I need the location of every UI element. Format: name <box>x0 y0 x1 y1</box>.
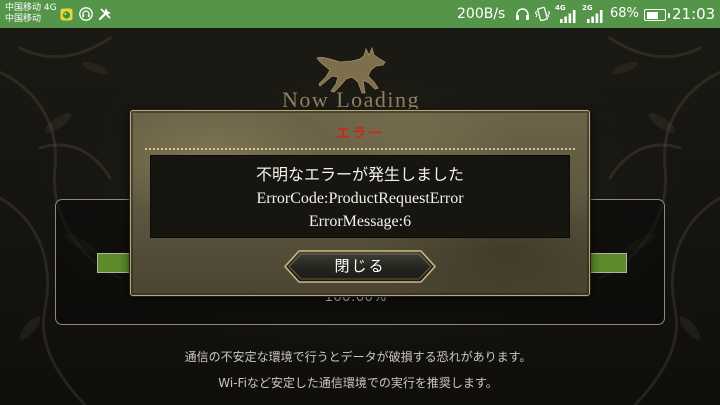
carrier-line-1: 中国移动 4G <box>5 3 57 13</box>
network-speed: 200B/s <box>457 6 506 22</box>
network-warning-line-2: Wi-Fiなど安定した通信環境での実行を推奨します。 <box>218 376 498 390</box>
signal-4g: 4G <box>555 5 577 23</box>
signal-icon <box>560 10 576 23</box>
tools-icon <box>98 8 111 21</box>
carrier-line-2: 中国移动 <box>5 14 42 24</box>
signal-icon <box>587 10 603 23</box>
clock: 21:03 <box>672 5 716 23</box>
battery-fill <box>646 11 659 19</box>
status-bar: 中国移动 4G 中国移动 200B/s 4G 2G 68% 21:03 <box>0 0 720 28</box>
battery-icon <box>644 9 670 21</box>
signal-2g: 2G <box>582 5 604 23</box>
dialog-divider <box>145 148 575 150</box>
close-button-label: 閉じる <box>334 257 386 275</box>
close-button[interactable]: 閉じる <box>284 250 436 283</box>
vibrate-icon <box>535 6 550 22</box>
error-detail-line: ErrorMessage:6 <box>308 213 412 230</box>
error-message-box: 不明なエラーが発生しました ErrorCode:ProductRequestEr… <box>150 155 570 238</box>
headphones-icon <box>516 8 529 20</box>
battery-percent: 68% <box>610 6 639 21</box>
network-warning-line-1: 通信の不安定な環境で行うとデータが破損する恐れがあります。 <box>184 350 532 364</box>
dialog-title: エラー <box>336 126 384 142</box>
error-dialog: エラー 不明なエラーが発生しました ErrorCode:ProductReque… <box>130 110 590 296</box>
headset-icon <box>79 7 93 21</box>
app-notification-icon <box>60 8 73 21</box>
error-code-line: ErrorCode:ProductRequestError <box>256 190 464 207</box>
error-message-line: 不明なエラーが発生しました <box>255 167 464 184</box>
carrier-info: 中国移动 4G 中国移动 <box>5 3 57 25</box>
